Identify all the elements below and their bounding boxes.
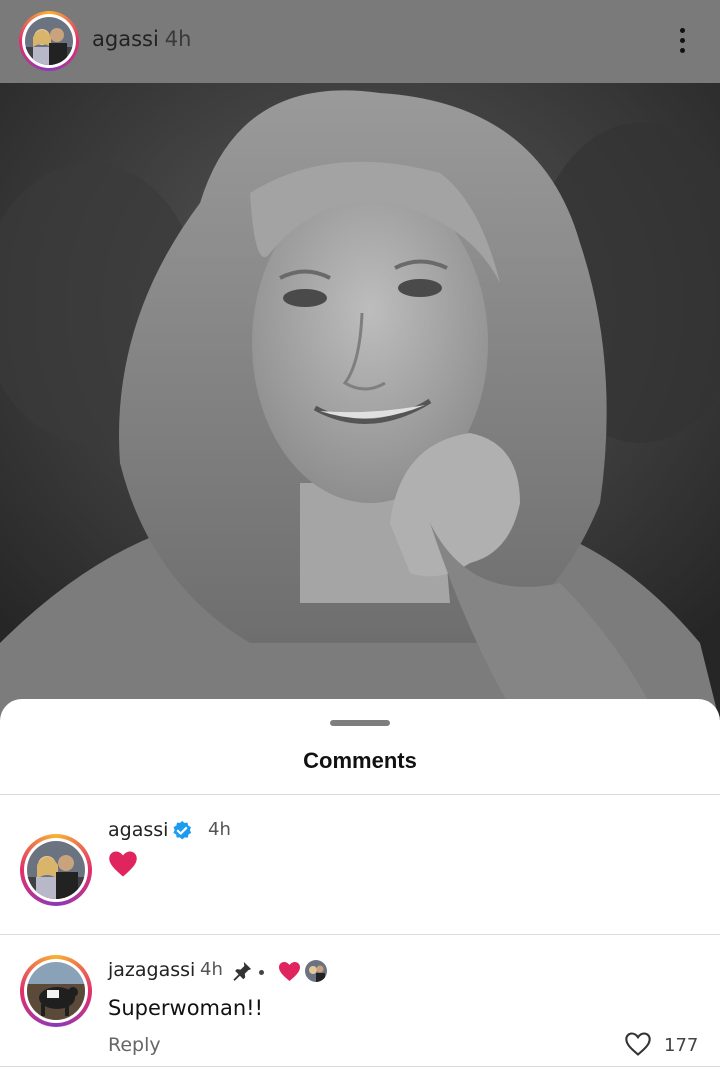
avatar-photo: [27, 962, 85, 1020]
avatar-photo: [27, 841, 85, 899]
post-username[interactable]: agassi: [92, 27, 159, 51]
post-time: 4h: [164, 27, 192, 51]
drag-handle[interactable]: [330, 720, 390, 726]
comment-username[interactable]: agassi: [108, 819, 168, 841]
comment-username[interactable]: jazagassi: [108, 959, 195, 981]
reply-button[interactable]: Reply: [108, 1034, 161, 1056]
verified-badge-icon: [173, 820, 192, 840]
post-photo: [0, 83, 720, 723]
heart-emoji-icon: [109, 851, 137, 877]
more-vertical-icon[interactable]: [672, 26, 694, 56]
comment-time: 4h: [208, 819, 231, 840]
comment-text: [108, 850, 138, 883]
creator-liked-avatar: [305, 960, 327, 982]
comment-text: Superwoman!!: [108, 996, 264, 1020]
sheet-title: Comments: [303, 748, 417, 773]
divider: [0, 1066, 720, 1067]
separator-dot: [259, 970, 264, 975]
like-heart-icon[interactable]: [624, 1031, 652, 1057]
post-header-meta: agassi 4h: [92, 27, 191, 51]
divider: [0, 794, 720, 795]
pin-icon: [233, 961, 252, 981]
avatar-photo: [25, 17, 73, 65]
heart-icon: [279, 961, 300, 982]
comment-time: 4h: [200, 959, 223, 980]
divider: [0, 934, 720, 935]
like-count: 177: [664, 1035, 699, 1056]
